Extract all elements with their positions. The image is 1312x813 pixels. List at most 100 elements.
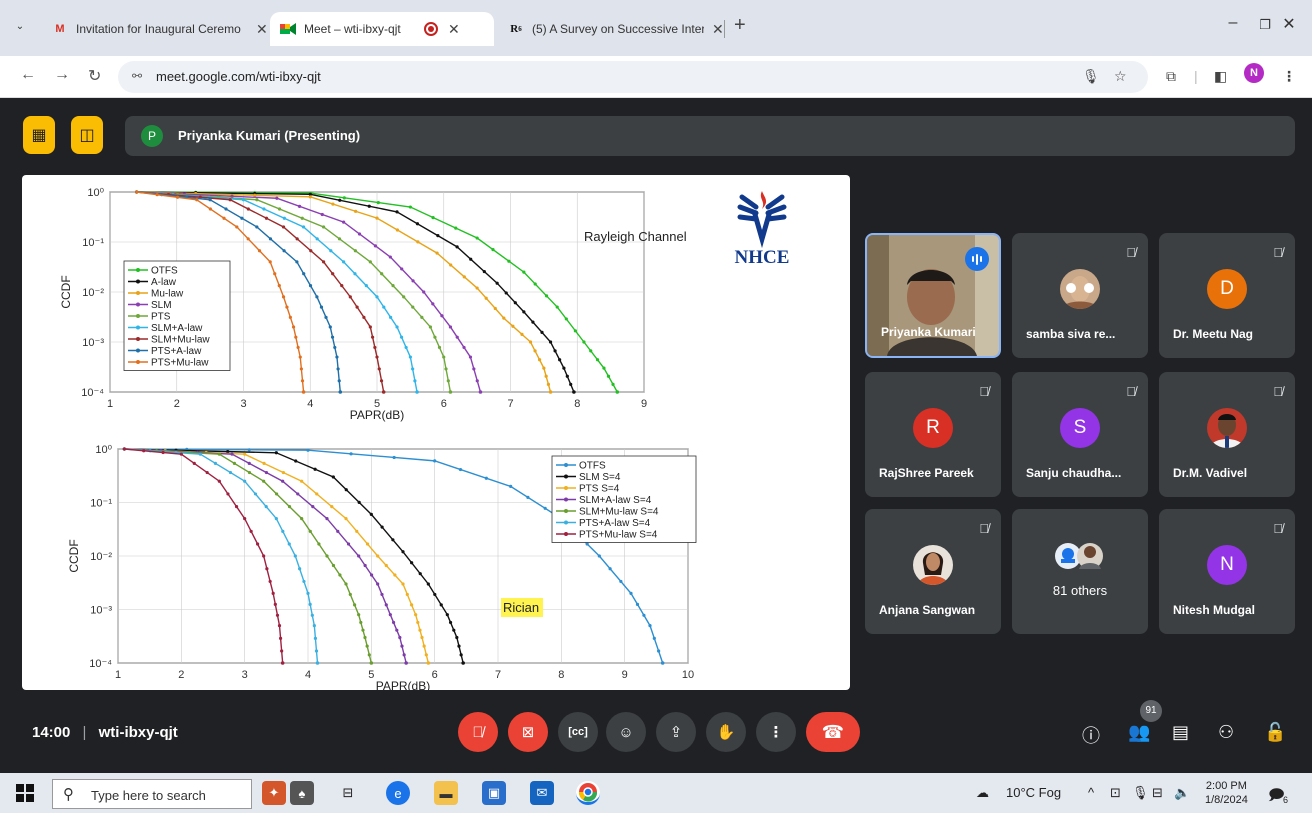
host-controls-icon[interactable]: 🔓: [1264, 722, 1286, 743]
camera-toggle-button[interactable]: ⊠: [508, 712, 548, 752]
tab-meet[interactable]: Meet – wti-ibxy-qjt ✕: [270, 12, 494, 46]
microphone-icon[interactable]: 🎙: [1082, 68, 1100, 85]
data-point: [589, 349, 593, 353]
participant-tile[interactable]: 🎙̸ samba siva re...: [1012, 233, 1148, 358]
new-tab-icon[interactable]: +: [734, 14, 746, 37]
data-point: [274, 517, 278, 521]
data-point: [331, 202, 335, 206]
stop-presenting-icon[interactable]: ▦: [23, 116, 55, 154]
data-point: [325, 554, 329, 558]
data-point: [273, 272, 277, 276]
legend-label: PTS: [151, 312, 171, 323]
close-icon[interactable]: ✕: [448, 21, 460, 38]
volume-icon[interactable]: 🔈: [1174, 785, 1190, 801]
taskbar-search[interactable]: ⚲ Type here to search: [52, 779, 252, 809]
close-window-icon[interactable]: ✕: [1274, 14, 1304, 34]
data-point: [458, 467, 463, 472]
participant-tile[interactable]: 🎙̸ D Dr. Meetu Nag: [1159, 233, 1295, 358]
reactions-button[interactable]: ☺: [606, 712, 646, 752]
people-icon[interactable]: 👥: [1128, 722, 1150, 743]
reload-icon[interactable]: ↻: [88, 66, 101, 86]
mail-icon[interactable]: ✉: [530, 781, 554, 805]
task-view-icon[interactable]: ⊟: [336, 781, 360, 805]
data-point: [392, 455, 396, 460]
data-point: [337, 237, 342, 241]
weather-text[interactable]: 10°C Fog: [1006, 785, 1061, 800]
others-tile[interactable]: 81 others: [1012, 509, 1148, 634]
data-point: [320, 212, 324, 217]
meet-tray-icon[interactable]: ⊡: [1110, 785, 1121, 801]
data-point: [395, 210, 399, 214]
participant-tile[interactable]: Priyanka Kumari: [865, 233, 1001, 358]
data-point: [548, 390, 553, 394]
participant-tile[interactable]: 🎙̸ R RajShree Pareek: [865, 372, 1001, 497]
tab-search-chevron-icon[interactable]: ⌄: [10, 17, 30, 37]
data-point: [426, 661, 431, 665]
address-bar[interactable]: ⚯ meet.google.com/wti-ibxy-qjt 🎙 ☆: [118, 61, 1148, 93]
data-point: [448, 325, 453, 329]
raise-hand-button[interactable]: ✋: [706, 712, 746, 752]
weather-icon[interactable]: ☁: [976, 785, 989, 801]
captions-button[interactable]: [cc]: [558, 712, 598, 752]
data-point: [322, 260, 326, 264]
data-point: [367, 653, 371, 657]
mic-toggle-button[interactable]: 🎙̸: [458, 712, 498, 752]
data-point: [357, 613, 361, 617]
data-point: [520, 332, 524, 336]
edge-icon[interactable]: e: [386, 781, 410, 805]
participant-tile[interactable]: 🎙̸ Dr.M. Vadivel: [1159, 372, 1295, 497]
participant-tile[interactable]: 🎙̸ N Nitesh Mudgal: [1159, 509, 1295, 634]
activities-icon[interactable]: ⚇: [1218, 722, 1234, 743]
network-icon[interactable]: ⊟: [1152, 785, 1163, 801]
data-point: [411, 367, 415, 371]
back-icon[interactable]: ←: [20, 66, 36, 84]
legend-label: OTFS: [579, 461, 606, 472]
site-info-icon[interactable]: ⚯: [132, 69, 142, 83]
data-point: [330, 505, 334, 509]
chat-icon[interactable]: ▤: [1172, 722, 1189, 743]
menu-icon[interactable]: ⋮: [1282, 68, 1296, 85]
minimize-icon[interactable]: –: [1218, 14, 1248, 32]
file-explorer-icon[interactable]: ▬: [434, 781, 458, 805]
data-point: [420, 635, 424, 640]
data-point: [329, 249, 333, 253]
participant-tile[interactable]: 🎙̸ Anjana Sangwan: [865, 509, 1001, 634]
profile-avatar[interactable]: N: [1244, 63, 1264, 83]
more-options-button[interactable]: ⋮: [756, 712, 796, 752]
windows-start-icon[interactable]: [16, 784, 34, 802]
system-clock[interactable]: 2:00 PM 1/8/2024: [1205, 779, 1248, 807]
data-point: [249, 529, 253, 533]
info-icon[interactable]: ⓘ: [1082, 722, 1100, 748]
data-point: [543, 506, 547, 510]
legend-marker: [136, 325, 140, 330]
data-point: [300, 216, 304, 220]
close-icon[interactable]: ✕: [256, 21, 268, 38]
widget-icon[interactable]: ♠: [290, 781, 314, 805]
close-icon[interactable]: ✕: [712, 21, 724, 38]
presentation-layout-icon[interactable]: ◫: [71, 116, 103, 154]
store-icon[interactable]: ▣: [482, 781, 506, 805]
chrome-icon[interactable]: [576, 781, 600, 805]
microphone-tray-icon[interactable]: 🎙: [1132, 785, 1149, 801]
tab-gmail[interactable]: M Invitation for Inaugural Ceremo ✕: [42, 14, 278, 44]
data-point: [325, 517, 329, 521]
data-point: [228, 198, 232, 202]
data-point: [652, 636, 656, 640]
tray-expand-icon[interactable]: ^: [1088, 785, 1094, 800]
extensions-icon[interactable]: ⧉: [1166, 68, 1176, 85]
participant-tile[interactable]: 🎙̸ S Sanju chaudha...: [1012, 372, 1148, 497]
legend-label: SLM: [151, 300, 172, 311]
data-point: [413, 379, 417, 383]
data-point: [281, 470, 286, 475]
forward-icon[interactable]: →: [54, 66, 70, 84]
leave-call-button[interactable]: ☎: [806, 712, 860, 752]
present-button[interactable]: ⇪: [656, 712, 696, 752]
data-point: [363, 563, 367, 568]
news-widget-icon[interactable]: ✦: [262, 781, 286, 805]
data-point: [198, 452, 202, 456]
bookmark-star-icon[interactable]: ☆: [1114, 68, 1127, 85]
data-point: [395, 628, 399, 632]
side-panel-icon[interactable]: ◧: [1214, 68, 1227, 85]
tab-researchgate[interactable]: R6 (5) A Survey on Successive Inter ✕: [498, 14, 734, 44]
data-point: [388, 255, 392, 259]
